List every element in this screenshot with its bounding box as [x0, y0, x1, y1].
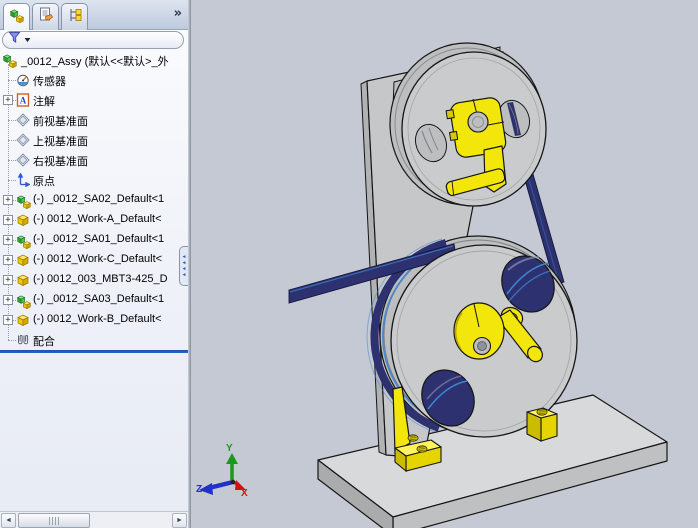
- tab-featuremanager[interactable]: [3, 3, 30, 30]
- scroll-right-button[interactable]: ►: [172, 513, 187, 528]
- x-axis-label: X: [241, 488, 248, 499]
- tree-item-label: 传感器: [33, 76, 66, 88]
- tab-configurationmanager[interactable]: [61, 3, 88, 30]
- tree-item-origin[interactable]: 原点: [0, 170, 188, 190]
- expand-toggle[interactable]: +: [3, 295, 13, 305]
- tree-item-label: 注解: [33, 96, 55, 108]
- scroll-thumb[interactable]: [18, 513, 90, 528]
- tree-item-label: 配合: [33, 336, 55, 348]
- tree-item-label: 原点: [33, 176, 55, 188]
- plane-icon: [16, 113, 30, 127]
- assembly-icon: [2, 52, 18, 69]
- subassembly-icon: [16, 293, 32, 310]
- tree-item-label: (-) 0012_Work-A_Default<: [33, 213, 162, 225]
- tree-item-label: 右视基准面: [33, 156, 88, 168]
- filter-bar[interactable]: ▼: [2, 31, 184, 49]
- tree-item-assembly[interactable]: _0012_Assy (默认<<默认>_外: [0, 50, 188, 70]
- panel-tabbar: »: [0, 0, 188, 30]
- expand-toggle[interactable]: +: [3, 315, 13, 325]
- scroll-left-button[interactable]: ◄: [1, 513, 16, 528]
- y-axis-label: Y: [226, 443, 233, 454]
- feature-tree: _0012_Assy (默认<<默认>_外传感器 + A 注解前视基准面上视基准面右视…: [0, 50, 188, 352]
- graphics-area[interactable]: Y Z X: [191, 0, 698, 528]
- tree-item-plane[interactable]: 上视基准面: [0, 130, 188, 150]
- lower-reel-front[interactable]: [390, 244, 578, 438]
- subassembly-icon: [16, 233, 32, 250]
- expand-toggle[interactable]: +: [3, 255, 13, 265]
- configurationmanager-icon: [67, 7, 83, 28]
- mates-icon: [16, 333, 30, 347]
- orientation-triad: Y Z X: [196, 443, 248, 499]
- tree-item-label: (-) _0012_SA03_Default<1: [33, 293, 165, 305]
- tree-item-part[interactable]: + (-) 0012_003_MBT3-425_D: [0, 270, 188, 290]
- tree-item-sensors[interactable]: 传感器: [0, 70, 188, 90]
- panel-hscrollbar[interactable]: ◄ ►: [0, 511, 188, 528]
- tree-item-label: 前视基准面: [33, 116, 88, 128]
- expand-toggle[interactable]: +: [3, 235, 13, 245]
- plane-icon: [16, 133, 30, 147]
- part-icon: [16, 213, 30, 227]
- origin-icon: [16, 172, 31, 188]
- tree-item-label: (-) _0012_SA02_Default<1: [33, 193, 165, 205]
- filter-dropdown-caret[interactable]: ▼: [23, 37, 33, 44]
- tree-item-part[interactable]: + (-) 0012_Work-B_Default<: [0, 310, 188, 330]
- plane-icon: [16, 153, 30, 167]
- part-icon: [16, 273, 30, 287]
- expand-toggle[interactable]: +: [3, 275, 13, 285]
- subassembly-icon: [16, 193, 32, 210]
- sensors-icon: [16, 73, 30, 87]
- 3d-scene: Y Z X: [196, 42, 668, 528]
- expand-toggle[interactable]: +: [3, 95, 13, 105]
- right-support-bracket[interactable]: [526, 407, 558, 442]
- tab-propertymanager[interactable]: [32, 3, 59, 30]
- tree-item-mates[interactable]: 配合: [0, 330, 188, 350]
- z-axis-label: Z: [196, 484, 202, 495]
- propertymanager-icon: [38, 7, 54, 28]
- tree-item-plane[interactable]: 右视基准面: [0, 150, 188, 170]
- y-axis-arrow: [226, 453, 238, 464]
- tree-item-label: (-) 0012_003_MBT3-425_D: [33, 273, 168, 285]
- tree-item-part[interactable]: + (-) 0012_Work-C_Default<: [0, 250, 188, 270]
- expand-toggle[interactable]: +: [3, 195, 13, 205]
- feature-manager-panel: » ▼ _0012_Assy (默认<<默认>_外传感器 + A 注解前视基准面上视基…: [0, 0, 188, 528]
- tree-item-label: (-) 0012_Work-C_Default<: [33, 253, 163, 265]
- tree-item-subassembly[interactable]: + (-) _0012_SA01_Default<1: [0, 230, 188, 250]
- tabbar-overflow-button[interactable]: »: [174, 6, 182, 21]
- tree-item-plane[interactable]: 前视基准面: [0, 110, 188, 130]
- upper-reel[interactable]: [389, 42, 547, 207]
- part-icon: [16, 313, 30, 327]
- panel-collapse-handle[interactable]: ◄ ◄ ◄ ◄: [179, 246, 188, 286]
- scroll-thumb-grip: [49, 516, 59, 525]
- tree-item-annotations[interactable]: + A 注解: [0, 90, 188, 110]
- tree-item-label: (-) 0012_Work-B_Default<: [33, 313, 162, 325]
- svg-text:A: A: [20, 96, 27, 106]
- expand-toggle[interactable]: +: [3, 215, 13, 225]
- tree-item-subassembly[interactable]: + (-) _0012_SA02_Default<1: [0, 190, 188, 210]
- tree-item-subassembly[interactable]: + (-) _0012_SA03_Default<1: [0, 290, 188, 310]
- part-icon: [16, 253, 30, 267]
- featuremanager-tree-icon: [9, 7, 25, 28]
- tree-item-part[interactable]: + (-) 0012_Work-A_Default<: [0, 210, 188, 230]
- panel-splitter[interactable]: [0, 350, 188, 353]
- tree-item-label: _0012_Assy (默认<<默认>_外: [21, 56, 169, 68]
- tree-item-label: 上视基准面: [33, 136, 88, 148]
- tree-item-label: (-) _0012_SA01_Default<1: [33, 233, 165, 245]
- filter-funnel-icon: [8, 31, 21, 49]
- annotations-icon: A: [16, 93, 30, 107]
